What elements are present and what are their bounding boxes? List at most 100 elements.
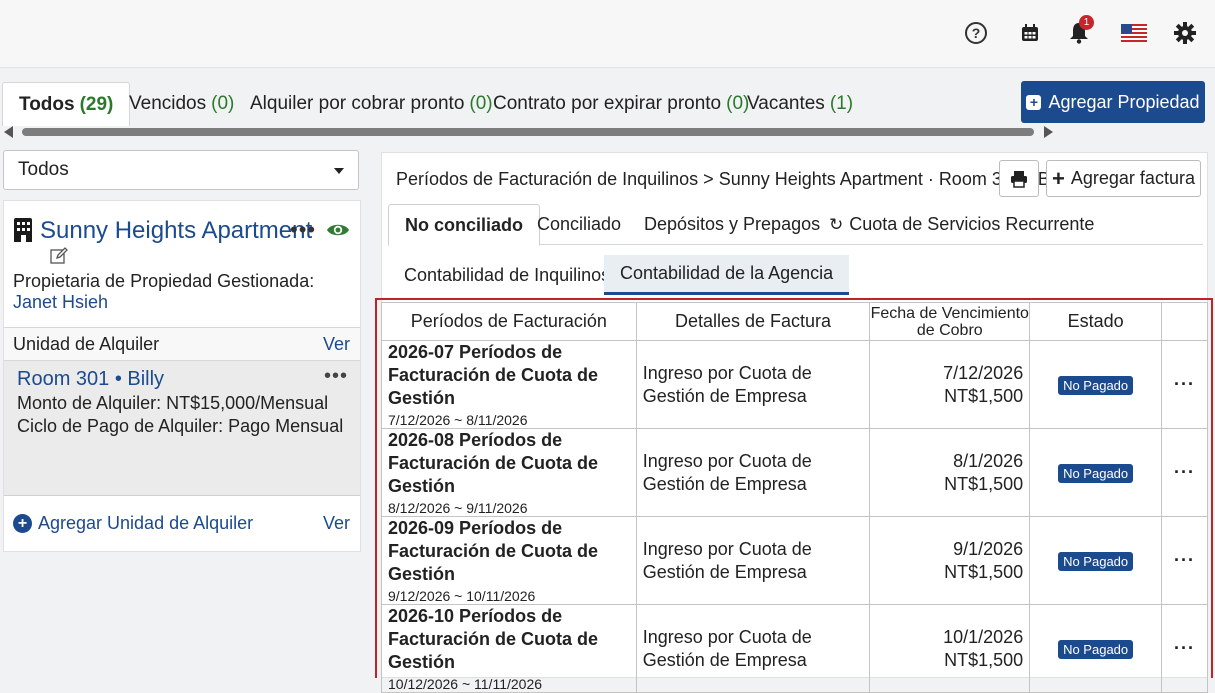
row-more-icon[interactable]: ···: [1161, 604, 1208, 693]
scroll-left-icon[interactable]: [4, 126, 13, 138]
tab-label: Depósitos y Prepagos: [644, 214, 821, 234]
col-header-due-date: Fecha de Vencimiento de Cobro: [869, 302, 1031, 341]
tab-conciliado[interactable]: Conciliado: [521, 204, 637, 245]
add-invoice-label: Agregar factura: [1070, 168, 1195, 188]
tab-alquiler-por-cobrar[interactable]: Alquiler por cobrar pronto (0): [234, 82, 509, 126]
invoice-details: Ingreso por Cuota de Gestión de Empresa: [642, 538, 812, 582]
add-property-label: Agregar Propiedad: [1048, 91, 1200, 112]
col-header-status: Estado: [1029, 302, 1163, 341]
unit-name[interactable]: Room 301 • Billy: [17, 368, 164, 391]
property-more-icon[interactable]: •••: [290, 217, 316, 243]
due-date: 8/1/2026: [953, 450, 1024, 471]
period-title: 2026-10 Períodos de Facturación de Cuota…: [388, 606, 599, 672]
view-link[interactable]: Ver: [323, 513, 350, 534]
invoice-details: Ingreso por Cuota de Gestión de Empresa: [642, 362, 812, 406]
status-cell: No Pagado: [1029, 604, 1163, 693]
help-icon[interactable]: ?: [963, 20, 989, 46]
table-row[interactable]: 2026-09 Períodos de Facturación de Cuota…: [381, 516, 1208, 605]
print-button[interactable]: [999, 160, 1039, 197]
table-row[interactable]: 2026-07 Períodos de Facturación de Cuota…: [381, 340, 1208, 429]
print-icon: [1011, 170, 1027, 188]
status-badge: No Pagado: [1058, 640, 1134, 659]
col-header-periods: Períodos de Facturación: [381, 302, 637, 341]
tab-vacantes[interactable]: Vacantes (1): [731, 82, 869, 126]
status-badge: No Pagado: [1058, 464, 1134, 483]
owner-name[interactable]: Janet Hsieh: [13, 292, 108, 312]
add-invoice-button[interactable]: + Agregar factura: [1046, 160, 1201, 197]
rental-unit-header: Unidad de Alquiler Ver: [4, 327, 360, 361]
tab-depositos[interactable]: Depósitos y Prepagos: [628, 204, 836, 245]
tab-label: Contrato por expirar pronto: [493, 93, 722, 114]
amount: NT$1,500: [944, 649, 1024, 670]
calendar-icon[interactable]: [1017, 20, 1043, 46]
due-cell: 8/1/2026 NT$1,500: [869, 428, 1031, 517]
tab-contabilidad-agencia[interactable]: Contabilidad de la Agencia: [604, 255, 850, 295]
status-badge: No Pagado: [1058, 552, 1134, 571]
details-cell: Ingreso por Cuota de Gestión de Empresa: [635, 340, 871, 429]
row-more-icon[interactable]: ···: [1161, 340, 1208, 429]
billing-table: Períodos de Facturación Detalles de Fact…: [381, 302, 1208, 693]
add-rental-unit-label: Agregar Unidad de Alquiler: [38, 513, 254, 533]
property-select[interactable]: Todos: [3, 150, 359, 190]
period-cell: 2026-10 Períodos de Facturación de Cuota…: [381, 604, 637, 693]
table-row[interactable]: 2026-08 Períodos de Facturación de Cuota…: [381, 428, 1208, 517]
status-cell: No Pagado: [1029, 516, 1163, 605]
bell-icon[interactable]: 1: [1066, 15, 1094, 46]
table-header-row: Períodos de Facturación Detalles de Fact…: [381, 302, 1208, 341]
period-range: 10/12/2026 ~ 11/11/2026: [388, 676, 543, 692]
scrollbar-thumb[interactable]: [22, 128, 1034, 136]
unit-more-icon[interactable]: •••: [324, 365, 348, 388]
us-flag-icon[interactable]: [1120, 20, 1148, 46]
row-more-icon[interactable]: ···: [1161, 428, 1208, 517]
plus-icon: +: [1052, 165, 1065, 191]
billing-table-highlight: Períodos de Facturación Detalles de Fact…: [375, 298, 1213, 693]
edit-icon[interactable]: [50, 247, 68, 270]
tab-label: Vencidos: [129, 93, 207, 114]
table-row[interactable]: 2026-10 Períodos de Facturación de Cuota…: [381, 604, 1208, 693]
scroll-right-icon[interactable]: [1044, 126, 1053, 138]
period-title: 2026-08 Períodos de Facturación de Cuota…: [388, 430, 599, 496]
top-bar: ? 1: [0, 0, 1215, 68]
due-cell: 7/12/2026 NT$1,500: [869, 340, 1031, 429]
view-units-link[interactable]: Ver: [323, 334, 350, 355]
invoice-details: Ingreso por Cuota de Gestión de Empresa: [642, 450, 812, 494]
tab-contabilidad-inquilinos[interactable]: Contabilidad de Inquilinos: [388, 255, 626, 295]
due-date: 9/1/2026: [953, 538, 1024, 559]
tab-contrato-por-expirar[interactable]: Contrato por expirar pronto (0): [477, 82, 765, 126]
col-header-details: Detalles de Factura: [635, 302, 871, 341]
col-header-actions: [1161, 302, 1208, 341]
invoice-details: Ingreso por Cuota de Gestión de Empresa: [642, 626, 812, 670]
tab-vencidos[interactable]: Vencidos (0): [113, 82, 250, 126]
sync-icon: ↻: [829, 214, 844, 234]
details-cell: Ingreso por Cuota de Gestión de Empresa: [635, 516, 871, 605]
property-name[interactable]: Sunny Heights Apartment: [40, 217, 312, 245]
unit-cycle: Ciclo de Pago de Alquiler: Pago Mensual: [17, 416, 344, 436]
rental-unit-title: Unidad de Alquiler: [13, 334, 160, 354]
unit-rent: Monto de Alquiler: NT$15,000/Mensual: [17, 393, 329, 413]
add-rental-unit-button[interactable]: + Agregar Unidad de Alquiler: [13, 513, 253, 534]
due-cell: 10/1/2026 NT$1,500: [869, 604, 1031, 693]
rental-unit-item[interactable]: Room 301 • Billy ••• Monto de Alquiler: …: [4, 361, 360, 496]
tab-no-conciliado[interactable]: No conciliado: [388, 204, 541, 246]
due-date: 7/12/2026: [943, 362, 1024, 383]
tab-todos[interactable]: Todos (29): [2, 82, 131, 126]
add-property-button[interactable]: + Agregar Propiedad: [1021, 81, 1205, 123]
status-cell: No Pagado: [1029, 428, 1163, 517]
period-cell: 2026-07 Períodos de Facturación de Cuota…: [381, 340, 637, 429]
plus-icon: +: [1026, 94, 1042, 110]
details-cell: Ingreso por Cuota de Gestión de Empresa: [635, 428, 871, 517]
tab-label: Todos: [19, 93, 75, 115]
gear-icon[interactable]: [1172, 20, 1198, 46]
tab-label: Vacantes: [747, 93, 825, 114]
property-card: Sunny Heights Apartment ••• Propietaria …: [3, 200, 361, 552]
caret-down-icon: [334, 168, 344, 174]
period-range: 9/12/2026 ~ 10/11/2026: [388, 588, 536, 604]
tab-label: Cuota de Servicios Recurrente: [849, 214, 1095, 234]
eye-icon[interactable]: [326, 222, 350, 243]
building-icon: [14, 218, 32, 242]
due-date: 10/1/2026: [943, 626, 1024, 647]
tab-cuota-servicios[interactable]: ↻ Cuota de Servicios Recurrente: [813, 204, 1110, 245]
row-more-icon[interactable]: ···: [1161, 516, 1208, 605]
details-cell: Ingreso por Cuota de Gestión de Empresa: [635, 604, 871, 693]
horizontal-scrollbar[interactable]: [4, 126, 1054, 138]
